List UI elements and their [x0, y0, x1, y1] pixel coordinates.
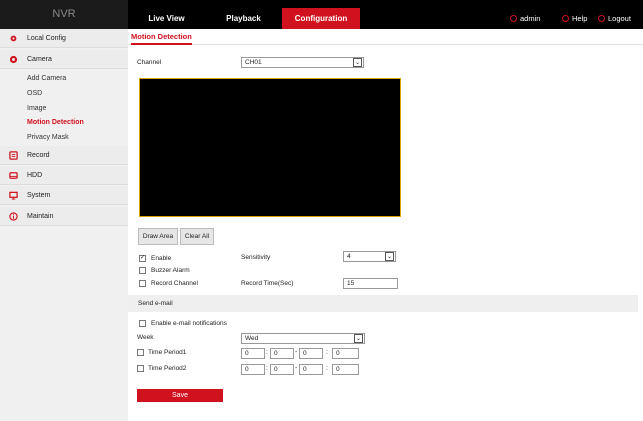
- sidebar-item-label: Camera: [27, 56, 52, 63]
- time-period1-label: Time Period1: [148, 349, 187, 356]
- logout-link[interactable]: Logout: [598, 8, 631, 29]
- record-time-label: Record Time(Sec): [241, 280, 294, 287]
- page-title: Motion Detection: [131, 29, 192, 45]
- week-select[interactable]: Wed ⌄: [241, 333, 365, 344]
- sidebar-item-local-config[interactable]: Local Config: [0, 29, 128, 48]
- chevron-down-icon: ⌄: [353, 58, 362, 67]
- sidebar-item-label: Record: [27, 152, 50, 159]
- save-button[interactable]: Save: [137, 389, 223, 402]
- sidebar-item-maintain[interactable]: Maintain: [0, 207, 128, 226]
- period2-start-hour[interactable]: 0: [241, 364, 265, 375]
- channel-label: Channel: [137, 59, 162, 66]
- sensitivity-select[interactable]: 4 ⌄: [343, 251, 396, 262]
- sidebar-subitem-motion-detection[interactable]: Motion Detection: [27, 115, 84, 130]
- time-period1-checkbox[interactable]: [137, 349, 144, 356]
- period1-end-minute[interactable]: 0: [332, 348, 359, 359]
- record-icon: [9, 151, 18, 160]
- week-label: Week: [137, 334, 154, 341]
- sidebar-item-label: Local Config: [27, 35, 66, 42]
- record-channel-checkbox[interactable]: [139, 280, 146, 287]
- enable-email-checkbox[interactable]: [139, 320, 146, 327]
- top-bar: NVR Live View Playback Configuration adm…: [0, 0, 643, 29]
- record-time-input[interactable]: 15: [343, 278, 398, 289]
- record-channel-label: Record Channel: [151, 280, 198, 287]
- enable-email-label: Enable e-mail notifications: [151, 320, 227, 327]
- help-link[interactable]: Help: [562, 8, 587, 29]
- period1-start-minute[interactable]: 0: [270, 348, 294, 359]
- period1-end-hour[interactable]: 0: [299, 348, 323, 359]
- sidebar-item-camera[interactable]: Camera: [0, 50, 128, 69]
- channel-value: CH01: [245, 59, 262, 66]
- logout-label: Logout: [608, 14, 631, 23]
- monitor-icon: [9, 191, 18, 200]
- sidebar: Local Config Camera Add Camera OSD Image…: [0, 29, 128, 421]
- app-window: NVR Live View Playback Configuration adm…: [0, 0, 643, 421]
- time-period2-checkbox[interactable]: [137, 365, 144, 372]
- help-icon: [562, 15, 569, 22]
- help-label: Help: [572, 14, 588, 23]
- sidebar-subitem-osd[interactable]: OSD: [27, 86, 42, 101]
- send-email-label: Send e-mail: [138, 300, 173, 307]
- tab-configuration[interactable]: Configuration: [282, 8, 360, 29]
- tab-playback[interactable]: Playback: [205, 8, 282, 29]
- sidebar-item-hdd[interactable]: HDD: [0, 166, 128, 185]
- video-preview[interactable]: [139, 78, 401, 217]
- sidebar-item-label: System: [27, 192, 51, 199]
- sensitivity-label: Sensitivity: [241, 254, 271, 261]
- enable-label: Enable: [151, 255, 172, 262]
- week-value: Wed: [245, 335, 259, 342]
- sidebar-item-label: Maintain: [27, 213, 54, 220]
- user-menu[interactable]: admin: [510, 8, 540, 29]
- logo: NVR: [0, 0, 128, 29]
- channel-select[interactable]: CH01 ⌄: [241, 57, 364, 68]
- sidebar-item-label: HDD: [27, 172, 43, 179]
- clear-all-button[interactable]: Clear All: [180, 228, 214, 245]
- info-icon: [9, 212, 18, 221]
- draw-area-button[interactable]: Draw Area: [138, 228, 178, 245]
- main-content: Motion Detection Channel CH01 ⌄ Draw Are…: [128, 29, 643, 421]
- period2-start-minute[interactable]: 0: [270, 364, 294, 375]
- sidebar-item-system[interactable]: System: [0, 186, 128, 205]
- sidebar-item-record[interactable]: Record: [0, 146, 128, 165]
- user-name: admin: [520, 14, 541, 23]
- hdd-icon: [9, 172, 18, 179]
- camera-icon: [9, 55, 18, 64]
- chevron-down-icon: ⌄: [385, 252, 394, 261]
- sidebar-subitem-image[interactable]: Image: [27, 101, 46, 116]
- gear-icon: [10, 35, 17, 42]
- period2-end-minute[interactable]: 0: [332, 364, 359, 375]
- enable-checkbox[interactable]: ✓: [139, 255, 146, 262]
- chevron-down-icon: ⌄: [354, 334, 363, 343]
- send-email-section: Send e-mail: [128, 295, 638, 312]
- breadcrumb: Motion Detection: [128, 29, 643, 45]
- buzzer-alarm-checkbox[interactable]: [139, 267, 146, 274]
- logout-icon: [598, 15, 605, 22]
- period2-end-hour[interactable]: 0: [299, 364, 323, 375]
- user-icon: [510, 15, 517, 22]
- sidebar-subitem-add-camera[interactable]: Add Camera: [27, 71, 66, 86]
- sensitivity-value: 4: [347, 253, 351, 260]
- period1-start-hour[interactable]: 0: [241, 348, 265, 359]
- buzzer-alarm-label: Buzzer Alarm: [151, 267, 190, 274]
- sidebar-subitem-privacy-mask[interactable]: Privacy Mask: [27, 130, 69, 145]
- time-period2-label: Time Period2: [148, 365, 187, 372]
- tab-live-view[interactable]: Live View: [128, 8, 205, 29]
